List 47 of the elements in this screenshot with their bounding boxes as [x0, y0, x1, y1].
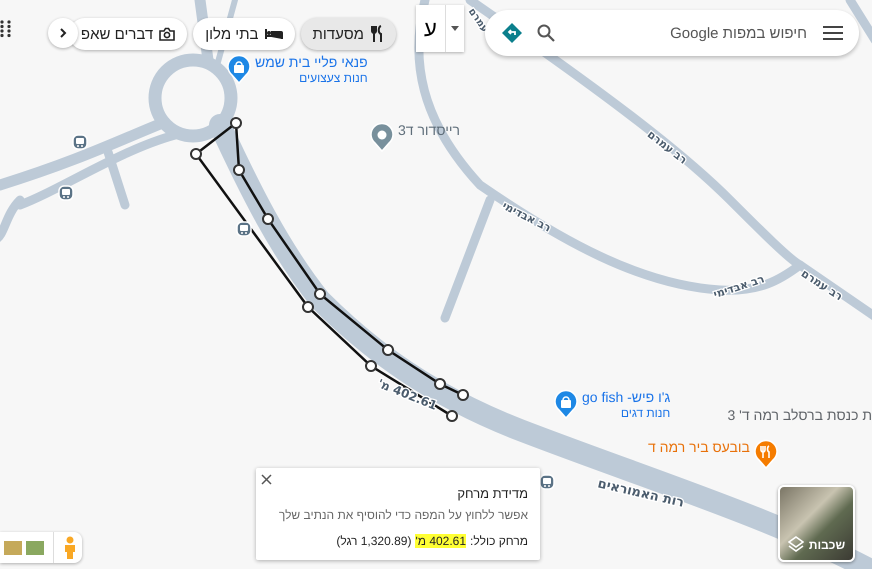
street-label: רב אבדימי [500, 199, 554, 235]
card-title: מדידת מרחק [456, 486, 528, 501]
total-distance-label: מרחק כולל: [470, 534, 528, 548]
total-distance-meters: 402.61 מ' [415, 534, 466, 548]
menu-icon[interactable] [823, 26, 843, 40]
place-name[interactable]: ג'ו פיש- go fish [582, 389, 670, 406]
bus-stop-icon[interactable] [539, 474, 555, 490]
camera-icon [159, 27, 176, 41]
bus-stop-icon[interactable] [72, 134, 88, 150]
map-pin-icon[interactable] [752, 439, 779, 469]
thumbnail-photo[interactable] [4, 540, 22, 554]
place-name[interactable]: רייסדור ד3 [398, 122, 460, 139]
card-hint: אפשר ללחוץ על המפה כדי להוסיף את הנתיב שלך [278, 508, 528, 522]
map-pin-icon[interactable] [226, 54, 252, 84]
search-field[interactable]: חיפוש במפות Google [485, 10, 859, 56]
search-icon[interactable] [537, 24, 555, 42]
place-category: חנות דגים [620, 406, 670, 420]
bed-icon [264, 28, 283, 40]
layers-button[interactable]: שכבות [778, 485, 855, 562]
map-pin-icon[interactable] [369, 122, 395, 152]
bus-stop-icon[interactable] [236, 221, 252, 237]
fork-knife-icon [370, 25, 384, 43]
street-label: רב אבדימי [712, 272, 766, 301]
distance-label: 402.61 מ' [376, 376, 440, 413]
search-input[interactable]: חיפוש במפות Google [569, 24, 809, 42]
total-distance-feet: (1,320.89 רגל) [336, 534, 412, 548]
map-pin-icon[interactable] [553, 389, 579, 419]
street-label: רות האמוראים [596, 476, 686, 511]
bus-stop-icon[interactable] [58, 185, 74, 201]
thumbnail-photo[interactable] [26, 540, 44, 554]
measurement-path[interactable] [190, 117, 469, 422]
directions-icon[interactable] [501, 22, 523, 44]
apps-grid-icon[interactable] [0, 20, 12, 38]
place-name[interactable]: פנאי פליי בית שמש [255, 54, 368, 71]
caret-icon[interactable] [450, 26, 459, 31]
keyboard-button[interactable]: ע [416, 5, 446, 52]
keyboard-selector[interactable]: ע [416, 5, 464, 52]
category-chip[interactable]: בתי מלון [193, 18, 295, 50]
place-category: חנות צעצועים [299, 71, 368, 85]
street-label: רב עמרם [644, 128, 690, 167]
scroll-right-button[interactable] [48, 18, 78, 48]
street-label: רב עמרם [798, 266, 846, 304]
place-name[interactable]: ת כנסת ברסלב רמה ד' 3 [727, 407, 872, 424]
close-icon[interactable] [261, 474, 272, 485]
chevron-right-icon [59, 27, 67, 39]
layers-icon [788, 536, 804, 552]
category-chip[interactable]: מסעדות [300, 18, 396, 50]
